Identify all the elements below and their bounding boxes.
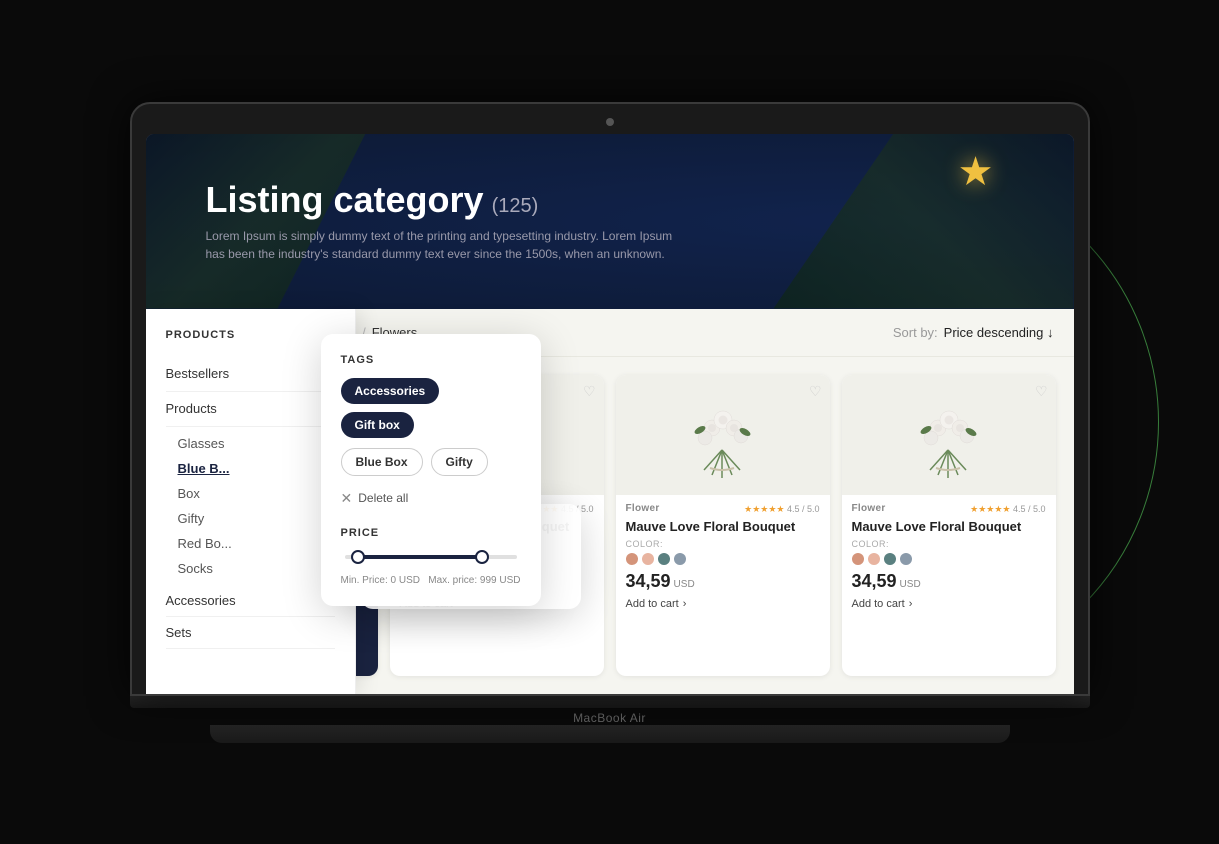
price-range-labels: Min. Price: 0 USD Max. price: 999 USD: [341, 575, 521, 586]
wishlist-icon-4[interactable]: ♡: [1035, 383, 1048, 400]
sort-value[interactable]: Price descending ↓: [944, 325, 1054, 340]
hero-title: Listing category (125): [206, 179, 686, 221]
tags-row-1: Accessories Gift box: [341, 378, 521, 438]
price-currency-3: USD: [674, 579, 695, 590]
laptop-bottom: [210, 725, 1010, 743]
sort-label: Sort by:: [893, 325, 938, 340]
hero-banner: ★ Listing category (125) Lorem Ipsum is …: [146, 134, 1074, 309]
color-label-4: COLOR:: [852, 539, 1046, 549]
add-to-cart-label-3: Add to cart: [626, 598, 679, 610]
swatch-3a[interactable]: [626, 553, 638, 565]
sort-area: Sort by: Price descending ↓: [893, 325, 1054, 340]
price-row-4: 34,59 USD: [852, 571, 1046, 592]
delete-all-button[interactable]: ✕ Delete all: [341, 486, 521, 511]
swatch-4b[interactable]: [868, 553, 880, 565]
max-price-label: Max. price: 999 USD: [428, 575, 520, 586]
hero-content: Listing category (125) Lorem Ipsum is si…: [206, 179, 686, 263]
min-price-label: Min. Price: 0 USD: [341, 575, 420, 586]
hero-title-text: Listing category: [206, 179, 484, 221]
add-to-cart-3[interactable]: Add to cart ›: [626, 598, 820, 610]
product-stars-4: ★★★★★ 4.5 / 5.0: [970, 504, 1045, 515]
sidebar-socks[interactable]: Socks: [178, 556, 335, 581]
tag-gift-box[interactable]: Gift box: [341, 412, 414, 438]
price-section-title: PRICE: [341, 527, 521, 539]
sidebar-products-label: Products: [166, 401, 217, 416]
product-image-area-4: ♡: [842, 375, 1056, 495]
color-label-3: COLOR:: [626, 539, 820, 549]
tags-section-title: TAGS: [341, 354, 521, 366]
swatch-4a[interactable]: [852, 553, 864, 565]
product-name-4: Mauve Love Floral Bouquet: [852, 519, 1046, 536]
sidebar-sets[interactable]: Sets: [166, 617, 335, 649]
color-swatches-4: [852, 553, 1046, 565]
product-info-3: Flower ★★★★★ 4.5 / 5.0 Mauve Love Floral…: [616, 495, 830, 619]
flower-image-4: [911, 390, 986, 480]
color-swatches-3: [626, 553, 820, 565]
product-card-3: ♡: [616, 375, 830, 676]
laptop-camera: [606, 118, 614, 126]
flower-image-3: [685, 390, 760, 480]
product-tag-4: Flower: [852, 503, 886, 514]
sidebar-accessories-label: Accessories: [166, 593, 236, 608]
swatch-4d[interactable]: [900, 553, 912, 565]
sidebar-products[interactable]: Products −: [166, 392, 335, 427]
product-name-3: Mauve Love Floral Bouquet: [626, 519, 820, 536]
hero-count: (125): [492, 195, 539, 218]
sidebar-accessories[interactable]: Accessories: [166, 585, 335, 617]
wishlist-icon-3[interactable]: ♡: [809, 383, 822, 400]
sidebar-glasses[interactable]: Glasses: [178, 431, 335, 456]
swatch-3d[interactable]: [674, 553, 686, 565]
hero-description: Lorem Ipsum is simply dummy text of the …: [206, 227, 686, 263]
sidebar-box[interactable]: Box: [178, 481, 335, 506]
swatch-4c[interactable]: [884, 553, 896, 565]
add-to-cart-arrow-4: ›: [909, 598, 913, 610]
laptop-base: MacBook Air: [120, 696, 1100, 743]
sidebar-blue-b[interactable]: Blue B...: [178, 456, 335, 481]
swatch-3b[interactable]: [642, 553, 654, 565]
product-image-area-3: ♡: [616, 375, 830, 495]
price-main-3: 34,59: [626, 571, 671, 592]
sidebar-bestsellers-label: Bestsellers: [166, 366, 230, 381]
sidebar-sub-menu: Glasses Blue B... Box Gifty Red Bo... So…: [166, 427, 335, 585]
add-to-cart-4[interactable]: Add to cart ›: [852, 598, 1046, 610]
sidebar-red-bo[interactable]: Red Bo...: [178, 531, 335, 556]
slider-thumb-max[interactable]: [475, 550, 489, 564]
delete-x-icon: ✕: [341, 490, 353, 507]
add-to-cart-arrow-3: ›: [683, 598, 687, 610]
laptop-hinge: [130, 696, 1090, 708]
laptop-brand-label: MacBook Air: [573, 711, 646, 725]
star-decoration: ★: [958, 149, 994, 195]
add-to-cart-label-4: Add to cart: [852, 598, 905, 610]
sidebar-gifty[interactable]: Gifty: [178, 506, 335, 531]
product-card-4: ♡: [842, 375, 1056, 676]
product-stars-3: ★★★★★ 4.5 / 5.0: [744, 504, 819, 515]
filter-popup: TAGS Accessories Gift box Blue Box Gifty…: [321, 334, 541, 606]
slider-thumb-min[interactable]: [351, 550, 365, 564]
wishlist-icon-2[interactable]: ♡: [583, 383, 596, 400]
tag-accessories[interactable]: Accessories: [341, 378, 440, 404]
product-info-4: Flower ★★★★★ 4.5 / 5.0 Mauve Love Floral…: [842, 495, 1056, 619]
laptop-wrapper: ★ Listing category (125) Lorem Ipsum is …: [120, 102, 1100, 743]
delete-all-label: Delete all: [358, 491, 408, 505]
sidebar-title: PRODUCTS: [166, 329, 335, 341]
tag-blue-box[interactable]: Blue Box: [341, 448, 423, 476]
price-slider-fill: [358, 555, 482, 559]
swatch-3c[interactable]: [658, 553, 670, 565]
price-currency-4: USD: [900, 579, 921, 590]
tag-gifty[interactable]: Gifty: [431, 448, 488, 476]
tags-row-2: Blue Box Gifty: [341, 448, 521, 476]
sidebar-sets-label: Sets: [166, 625, 192, 640]
product-tag-3: Flower: [626, 503, 660, 514]
price-slider-track: [345, 555, 517, 559]
price-main-4: 34,59: [852, 571, 897, 592]
price-row-3: 34,59 USD: [626, 571, 820, 592]
laptop-screen: ★ Listing category (125) Lorem Ipsum is …: [146, 134, 1074, 694]
sidebar-bestsellers[interactable]: Bestsellers +: [166, 357, 335, 392]
laptop-screen-outer: ★ Listing category (125) Lorem Ipsum is …: [130, 102, 1090, 696]
